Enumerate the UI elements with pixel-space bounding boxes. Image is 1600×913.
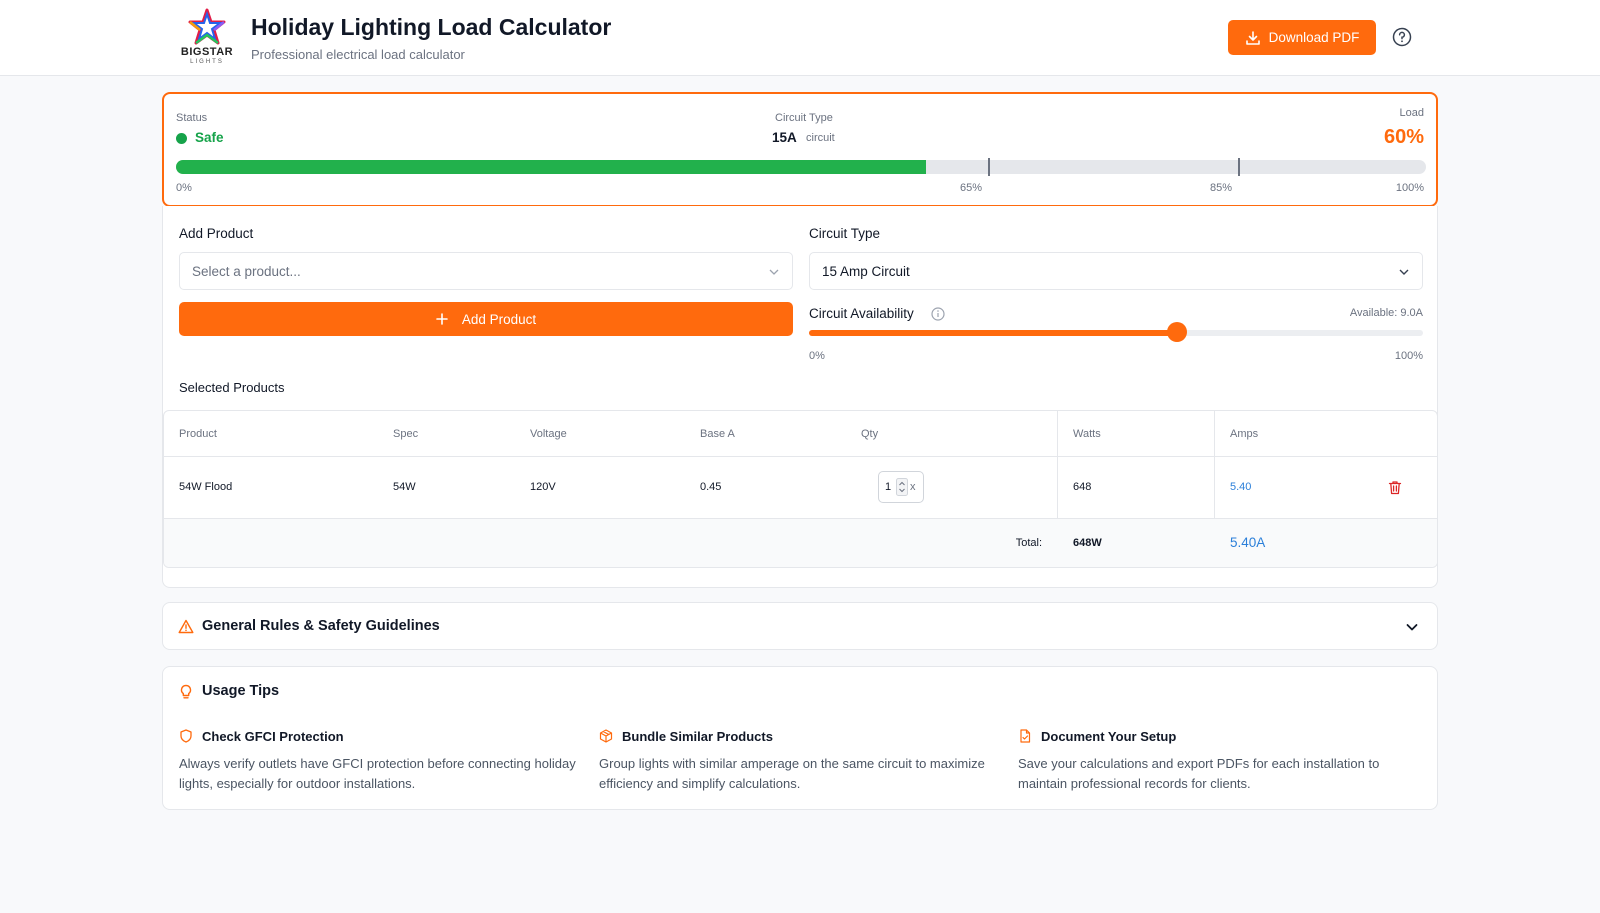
status-indicator-icon (176, 133, 187, 144)
availability-slider-fill (809, 330, 1178, 336)
column-header-watts: Watts (1073, 428, 1101, 440)
tip-description: Save your calculations and export PDFs f… (1018, 756, 1380, 791)
status-value: Safe (195, 130, 224, 145)
tip-description: Always verify outlets have GFCI protecti… (179, 756, 576, 791)
load-label: Load (1399, 107, 1424, 119)
info-icon[interactable] (931, 307, 945, 321)
selected-products-table: Product Spec Voltage Base A Qty Watts Am… (163, 410, 1438, 568)
document-icon (1020, 729, 1031, 743)
total-watts: 648W (1073, 537, 1102, 549)
add-product-label: Add Product (179, 226, 254, 241)
scale-label-65: 65% (960, 182, 983, 194)
product-select-placeholder: Select a product... (192, 263, 301, 279)
load-status-card: Status Safe Circuit Type 15A circuit Loa… (162, 92, 1438, 207)
available-amps: Available: 9.0A (1349, 307, 1423, 319)
selected-products-label: Selected Products (179, 380, 285, 395)
quantity-multiplier: x (910, 481, 916, 493)
trash-icon[interactable] (1388, 480, 1402, 495)
circuit-type-selected: 15 Amp Circuit (822, 263, 910, 279)
plus-icon (436, 313, 448, 325)
product-name: 54W Flood (179, 481, 233, 493)
chevron-down-icon (1399, 269, 1409, 275)
chevron-down-icon (769, 269, 779, 275)
table-row: 54W Flood 54W 120V 0.45 12 x 648 5.40 (164, 457, 1437, 519)
circuit-type-select[interactable]: 15 Amp Circuit (809, 252, 1423, 290)
threshold-tick-65 (987, 158, 990, 176)
download-icon (1245, 30, 1260, 45)
column-header-voltage: Voltage (530, 428, 567, 440)
usage-tips-title: Usage Tips (202, 683, 280, 699)
product-base-amps: 0.45 (700, 481, 722, 493)
safety-guidelines-title: General Rules & Safety Guidelines (202, 618, 440, 634)
logo-text: BIGSTAR (180, 46, 234, 58)
warning-icon (178, 619, 194, 634)
column-header-product: Product (179, 428, 217, 440)
calculator-card: Add Product Select a product... Add Prod… (162, 206, 1438, 588)
quantity-stepper[interactable]: 12 (878, 471, 924, 503)
usage-tips-card: Usage Tips Check GFCI Protection Always … (162, 666, 1438, 810)
circuit-type-value: 15A (772, 130, 797, 145)
tip-title: Check GFCI Protection (202, 729, 344, 744)
circuit-type-select-label: Circuit Type (809, 226, 881, 241)
table-header-row: Product Spec Voltage Base A Qty Watts Am… (164, 411, 1437, 457)
help-icon[interactable] (1392, 27, 1412, 47)
circuit-type-label: Circuit Type (775, 112, 833, 124)
star-logo-icon (188, 8, 226, 45)
shield-icon (180, 729, 192, 743)
lightbulb-icon (180, 684, 192, 699)
chevron-down-icon[interactable] (1405, 620, 1419, 634)
safety-guidelines-accordion[interactable]: General Rules & Safety Guidelines (162, 602, 1438, 650)
availability-slider-thumb[interactable] (1167, 322, 1188, 342)
add-product-button[interactable]: Add Product (179, 302, 793, 336)
page-title: Holiday Lighting Load Calculator (251, 14, 612, 40)
slider-min-label: 0% (809, 350, 825, 362)
app-header: BIGSTAR LIGHTS Holiday Lighting Load Cal… (0, 0, 1600, 76)
brand-logo[interactable]: BIGSTAR LIGHTS (180, 8, 234, 66)
product-select[interactable]: Select a product... (179, 252, 793, 290)
circuit-availability-label: Circuit Availability (809, 306, 914, 321)
package-icon (599, 729, 613, 743)
stepper-arrows-icon[interactable] (896, 478, 908, 496)
product-watts: 648 (1073, 481, 1092, 493)
tip-title: Document Your Setup (1041, 729, 1177, 744)
download-pdf-button[interactable]: Download PDF (1228, 20, 1376, 55)
product-spec: 54W (393, 481, 416, 493)
load-percentage: 60% (1383, 126, 1424, 148)
column-header-qty: Qty (861, 428, 879, 440)
total-label: Total: (1015, 537, 1042, 549)
product-voltage: 120V (530, 481, 556, 493)
add-product-button-label: Add Product (461, 311, 537, 327)
threshold-tick-85 (1237, 158, 1240, 176)
circuit-type-unit: circuit (806, 132, 835, 144)
status-label: Status (176, 112, 208, 124)
column-header-spec: Spec (393, 428, 419, 440)
scale-label-0: 0% (176, 182, 192, 194)
product-amps: 5.40 (1230, 481, 1252, 493)
table-total-row: Total: 648W 5.40A (164, 519, 1437, 567)
total-amps: 5.40A (1230, 535, 1266, 550)
availability-slider-track[interactable] (809, 330, 1423, 336)
download-pdf-label: Download PDF (1268, 30, 1360, 45)
slider-max-label: 100% (1394, 350, 1423, 362)
tip-description: Group lights with similar amperage on th… (599, 756, 985, 791)
page-subtitle: Professional electrical load calculator (251, 47, 465, 62)
column-header-base-a: Base A (700, 428, 735, 440)
quantity-value: 12 (885, 481, 891, 493)
load-progress-fill (176, 160, 926, 174)
tip-title: Bundle Similar Products (622, 729, 773, 744)
column-header-amps: Amps (1230, 428, 1259, 440)
scale-label-100: 100% (1395, 182, 1424, 194)
logo-subtext: LIGHTS (190, 59, 224, 65)
scale-label-85: 85% (1210, 182, 1233, 194)
